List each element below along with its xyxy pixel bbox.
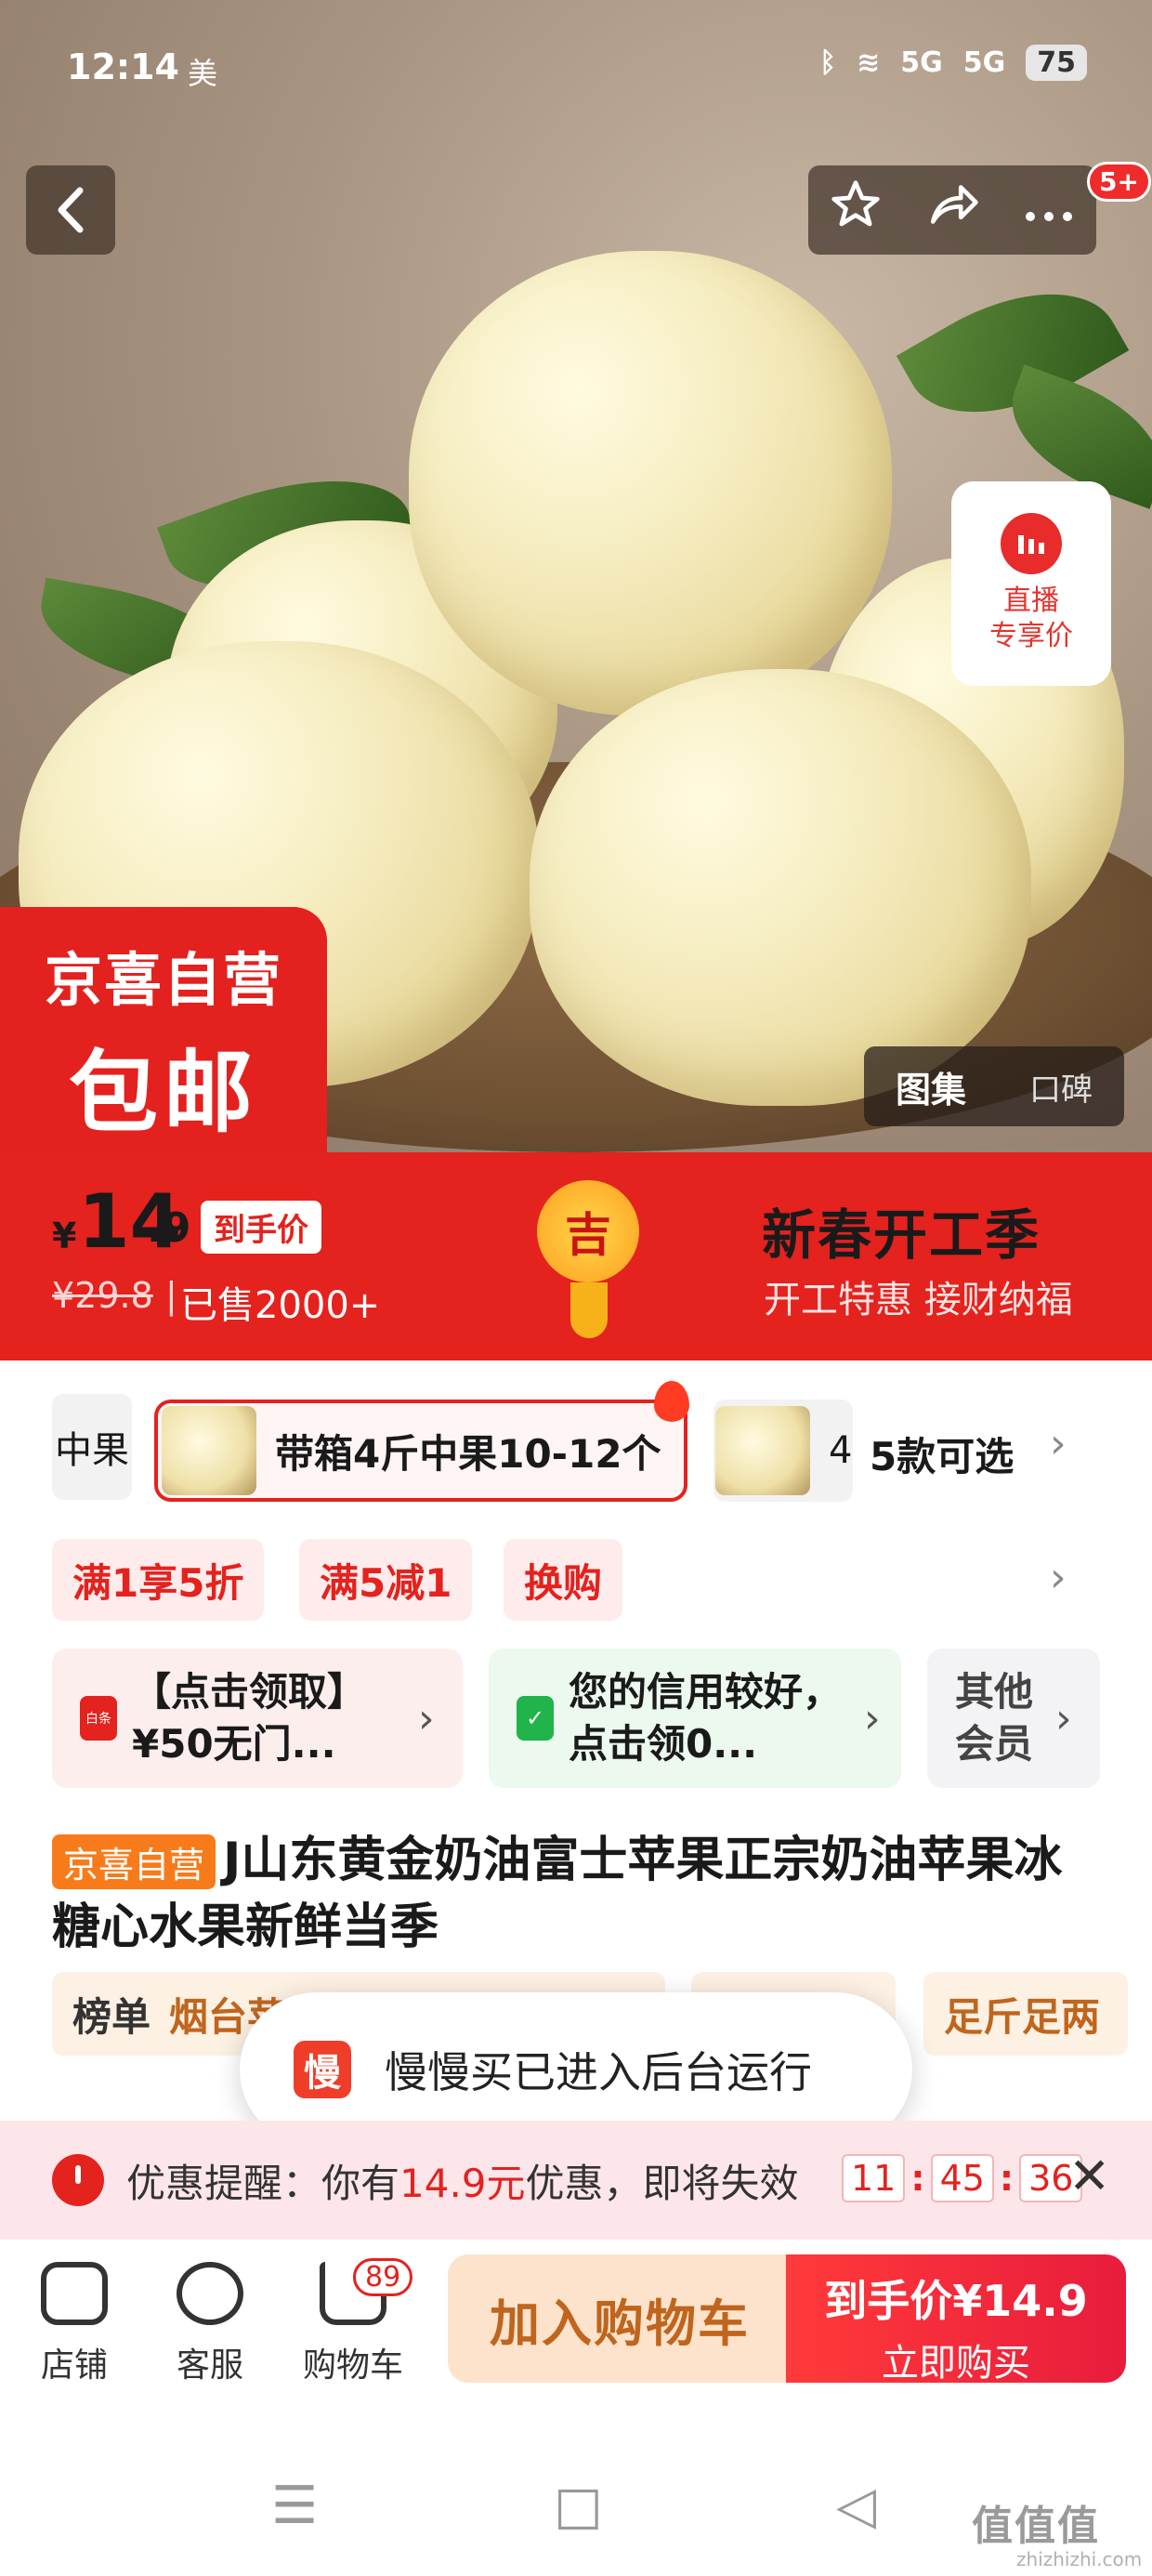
baitiao-icon: 白条 xyxy=(80,1696,117,1741)
store-badge: 京喜自营 包邮 xyxy=(0,907,327,1152)
back-button[interactable] xyxy=(26,165,115,255)
fire-icon xyxy=(654,1381,689,1422)
chevron-right-icon[interactable]: › xyxy=(1050,1554,1067,1601)
lucky-charm-icon: 吉 xyxy=(537,1180,639,1282)
buy-now-button[interactable]: 到手价¥14.9 立即购买 xyxy=(786,2254,1126,2385)
chevron-right-icon: › xyxy=(418,1694,435,1742)
live-label: 直播 xyxy=(1003,585,1059,617)
star-icon[interactable] xyxy=(830,178,882,242)
variant-thumbnail xyxy=(162,1406,256,1495)
share-icon[interactable] xyxy=(924,178,980,242)
sold-count: 已售2000+ xyxy=(180,1284,381,1327)
promo-chip[interactable]: 换购 xyxy=(504,1539,623,1621)
promo-chip[interactable]: 满5减1 xyxy=(299,1539,473,1621)
tab-gallery[interactable]: 图集 xyxy=(896,1061,966,1112)
customer-service-button[interactable]: 客服 xyxy=(145,2262,275,2386)
timer-minutes: 45 xyxy=(930,2154,994,2202)
variant-thumbnail xyxy=(715,1406,810,1495)
timer-colon: : xyxy=(910,2158,925,2199)
apple xyxy=(530,669,1031,1106)
cart-label: 购物车 xyxy=(302,2346,403,2385)
tab-reviews[interactable]: 口碑 xyxy=(1029,1064,1093,1110)
credit-icon: ✓ xyxy=(517,1696,554,1741)
wifi-icon: ≋ xyxy=(857,46,881,79)
signal-icon: 5G xyxy=(962,46,1006,79)
app-icon: 慢 xyxy=(294,2041,351,2098)
live-icon xyxy=(1001,513,1062,574)
close-icon[interactable]: ✕ xyxy=(1068,2147,1110,2205)
buy-now-label: 立即购买 xyxy=(882,2342,1030,2385)
buy-price: 到手价¥14.9 xyxy=(824,2276,1088,2326)
variant-count[interactable]: 5款可选 xyxy=(870,1426,1014,1482)
divider: | xyxy=(165,1275,177,1316)
coupon-text: 其他会员 xyxy=(955,1669,1034,1767)
variant-label: 带箱4斤中果10-12个 xyxy=(275,1430,661,1477)
variant-option-selected[interactable]: 带箱4斤中果10-12个 xyxy=(154,1400,687,1502)
coupon-text: 【点击领取】¥50无门... xyxy=(132,1669,367,1767)
back-icon[interactable]: ◁ xyxy=(836,2476,876,2536)
chevron-right-icon: › xyxy=(1055,1694,1072,1742)
countdown-timer: 11 : 45 : 36 xyxy=(842,2154,1083,2202)
store-badge-title: 京喜自营 xyxy=(44,946,282,1014)
price-decimal: .9 xyxy=(147,1204,191,1252)
message-badge[interactable]: 5+ xyxy=(1087,162,1151,202)
tassel-decoration xyxy=(570,1282,608,1338)
reminder-prefix: 优惠提醒：你有 xyxy=(126,2160,400,2206)
battery-icon: 75 xyxy=(1026,45,1087,81)
bluetooth-icon: ᛒ xyxy=(819,46,837,79)
apple xyxy=(409,251,892,716)
add-to-cart-button[interactable]: 加入购物车 xyxy=(448,2254,792,2383)
variant-label: 4 xyxy=(829,1429,853,1472)
clock-icon xyxy=(52,2154,104,2206)
reminder-suffix: 优惠，即将失效 xyxy=(525,2160,799,2206)
chevron-right-icon: › xyxy=(864,1694,881,1742)
coupon-card[interactable]: 其他会员 › xyxy=(927,1649,1100,1788)
service-label: 客服 xyxy=(176,2346,243,2385)
gallery-tabs: 图集 口碑 xyxy=(864,1046,1124,1126)
status-icons: ᛒ ≋ 5G 5G 75 xyxy=(819,45,1087,81)
store-icon xyxy=(41,2262,108,2325)
timer-hours: 11 xyxy=(842,2154,906,2202)
store-button[interactable]: 店铺 xyxy=(9,2262,139,2386)
timer-colon: : xyxy=(999,2158,1015,2199)
variant-option[interactable]: 4 xyxy=(713,1400,853,1502)
home-icon[interactable]: □ xyxy=(554,2476,603,2536)
ranking-label: 榜单 xyxy=(72,1993,151,2040)
chevron-left-icon xyxy=(58,187,84,233)
status-time: 12:14 xyxy=(67,46,179,87)
reminder-text: 优惠提醒：你有14.9元优惠，即将失效 xyxy=(126,2152,799,2209)
product-title: J山东黄金奶油富士苹果正宗奶油苹果冰糖心水果新鲜当季 xyxy=(52,1833,1063,1955)
live-price-card[interactable]: 直播 专享价 xyxy=(951,481,1111,686)
promo-chip[interactable]: 满1享5折 xyxy=(52,1539,265,1621)
variant-label: 中果 xyxy=(55,1429,129,1472)
coupon-card[interactable]: ✓ 您的信用较好，点击领0... › xyxy=(489,1649,901,1788)
festival-subtitle: 开工特惠 接财纳福 xyxy=(764,1279,1073,1321)
nav-actions xyxy=(808,165,1096,255)
final-price-tag: 到手价 xyxy=(201,1201,321,1254)
free-shipping-label: 包邮 xyxy=(69,1041,258,1145)
chevron-right-icon[interactable]: › xyxy=(1050,1420,1067,1467)
chat-icon xyxy=(177,2262,243,2325)
price-currency: ¥ xyxy=(52,1216,77,1256)
menu-icon[interactable]: ☰ xyxy=(271,2476,318,2536)
festival-title: 新春开工季 xyxy=(762,1203,1041,1267)
more-icon[interactable] xyxy=(1023,183,1075,237)
carrier-label: 美 xyxy=(188,56,218,91)
signal-icon: 5G xyxy=(900,46,943,79)
original-price: ¥29.8 xyxy=(52,1275,153,1316)
feature-chip[interactable]: 足斤足两 xyxy=(923,1972,1128,2056)
toast-text: 慢慢买已进入后台运行 xyxy=(385,2047,812,2097)
cart-count-badge: 89 xyxy=(353,2258,413,2296)
store-label: 店铺 xyxy=(40,2346,108,2385)
coupon-text: 您的信用较好，点击领0... xyxy=(569,1669,843,1767)
watermark: 值值值 xyxy=(972,2503,1100,2550)
watermark-url: zhizhizhi.com xyxy=(1016,2548,1143,2570)
live-price-label: 专享价 xyxy=(989,620,1073,652)
status-bar: 12:14 美 ᛒ ≋ 5G 5G 75 xyxy=(0,0,1152,130)
reminder-amount: 14.9元 xyxy=(399,2160,526,2206)
variant-option[interactable]: 中果 xyxy=(52,1394,132,1500)
coupon-card[interactable]: 白条 【点击领取】¥50无门... › xyxy=(52,1649,463,1788)
